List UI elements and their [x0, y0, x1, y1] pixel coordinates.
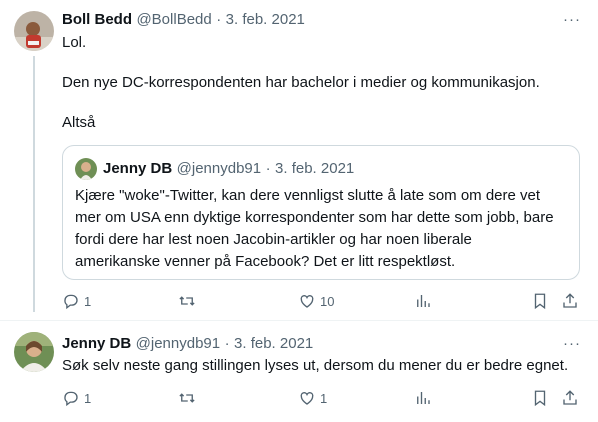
- tweet-date: 3. feb. 2021: [275, 160, 355, 177]
- reply-button[interactable]: 1: [62, 389, 91, 407]
- share-button[interactable]: [561, 389, 579, 407]
- like-count: 10: [320, 293, 335, 309]
- views-button[interactable]: [414, 292, 432, 310]
- tweet-header: Jenny DB @jennydb91 · 3. feb. 2021: [62, 335, 313, 353]
- reply-count: 1: [84, 293, 92, 309]
- retweet-button[interactable]: [178, 389, 200, 407]
- bookmark-icon: [534, 293, 546, 310]
- like-button[interactable]: 1: [298, 389, 327, 407]
- author-name[interactable]: Jenny DB: [62, 335, 131, 352]
- reply-icon: [64, 391, 78, 407]
- quoted-tweet[interactable]: Jenny DB @jennydb91 · 3. feb. 2021 Kjære…: [62, 145, 580, 280]
- tweet-date[interactable]: 3. feb. 2021: [234, 335, 313, 352]
- retweet-icon: [179, 296, 195, 306]
- more-options-button[interactable]: ···: [563, 11, 581, 28]
- share-button[interactable]: [561, 292, 579, 310]
- author-handle: @jennydb91: [176, 160, 262, 177]
- quote-text-line: amerikanske venner på Facebook? Det er l…: [75, 253, 456, 270]
- like-count: 1: [320, 390, 328, 406]
- share-icon: [563, 390, 577, 405]
- quote-text-line: fordi dere har lest noen Jacobin-artikle…: [75, 231, 472, 248]
- bookmark-icon: [534, 390, 546, 407]
- tweet-date[interactable]: 3. feb. 2021: [226, 11, 305, 28]
- thread-line: [33, 56, 35, 312]
- reply-icon: [64, 294, 78, 310]
- avatar[interactable]: [14, 11, 54, 51]
- author-handle[interactable]: @BollBedd: [136, 11, 211, 28]
- more-options-button[interactable]: ···: [563, 335, 581, 352]
- author-handle[interactable]: @jennydb91: [136, 335, 220, 352]
- divider: [0, 320, 598, 321]
- quote-text-line: Kjære "woke"-Twitter, kan dere vennligst…: [75, 187, 541, 204]
- tweet-text: Søk selv neste gang stillingen lyses ut,…: [62, 357, 569, 374]
- views-icon: [417, 295, 430, 307]
- reply-button[interactable]: 1: [62, 292, 91, 310]
- separator: ·: [265, 160, 271, 177]
- avatar[interactable]: [14, 332, 54, 372]
- author-name: Jenny DB: [103, 160, 173, 177]
- share-icon: [563, 293, 577, 308]
- reply-count: 1: [84, 390, 92, 406]
- retweet-button[interactable]: [178, 292, 200, 310]
- bookmark-button[interactable]: [531, 389, 549, 407]
- tweet-text-line: Altså: [62, 114, 96, 131]
- avatar: [75, 158, 97, 180]
- heart-icon: [300, 392, 314, 405]
- quote-text-line: mer om USA enn dyktige korrespondenter s…: [75, 209, 554, 226]
- bookmark-button[interactable]: [531, 292, 549, 310]
- author-name[interactable]: Boll Bedd: [62, 11, 132, 28]
- views-icon: [417, 392, 430, 404]
- quote-header: Jenny DB @jennydb91 · 3. feb. 2021: [103, 160, 354, 178]
- heart-icon: [300, 295, 314, 308]
- like-button[interactable]: 10: [298, 292, 334, 310]
- separator: ·: [224, 335, 230, 352]
- tweet-header: Boll Bedd @BollBedd · 3. feb. 2021: [62, 11, 305, 29]
- retweet-icon: [179, 393, 195, 403]
- tweet-text-line: Lol.: [62, 34, 87, 51]
- views-button[interactable]: [414, 389, 432, 407]
- separator: ·: [216, 11, 222, 28]
- tweet-text-line: Den nye DC-korrespondenten har bachelor …: [62, 74, 540, 91]
